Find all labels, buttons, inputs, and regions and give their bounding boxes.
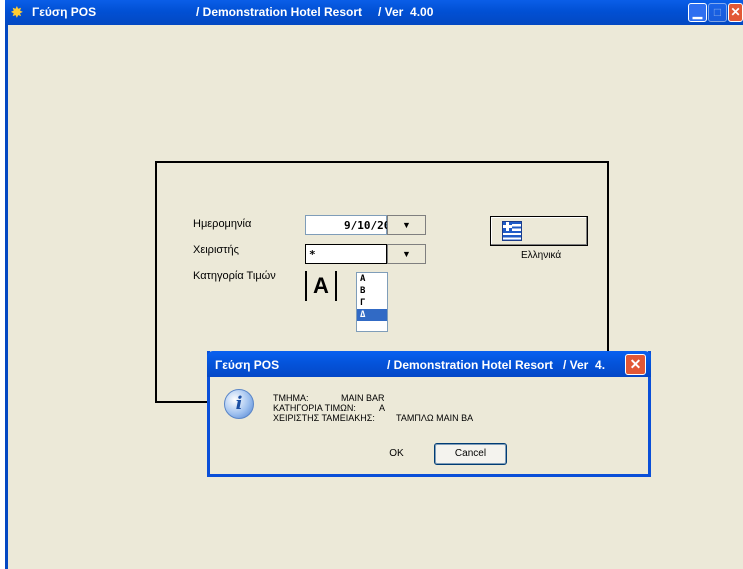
close-button[interactable]: ✕ (728, 3, 743, 22)
ok-button[interactable]: OK (360, 443, 433, 465)
hotel-name: / Demonstration Hotel Resort (196, 5, 363, 19)
chevron-down-icon: ▼ (402, 220, 411, 230)
info-dialog: Γεύση POS / Demonstration Hotel Resort /… (207, 351, 651, 477)
chevron-down-icon: ▼ (402, 249, 411, 259)
operator-dropdown-button[interactable]: ▼ (387, 244, 426, 264)
list-item[interactable]: A (357, 273, 387, 285)
price-category-list[interactable]: A B Γ Δ (356, 272, 388, 332)
date-dropdown-button[interactable]: ▼ (387, 215, 426, 235)
minimize-button[interactable]: ▁ (688, 3, 707, 22)
dialog-hotel-name: / Demonstration Hotel Resort (387, 358, 554, 372)
dialog-price-category-value: A (379, 403, 386, 413)
cashier-value: ΤΑΜΠΛΩ MAIN BA (396, 413, 474, 423)
operator-label: Χειριστής (193, 244, 239, 256)
info-icon: i (224, 389, 254, 419)
language-button[interactable] (490, 216, 588, 246)
department-label: ΤΜΗΜΑ: (273, 393, 309, 403)
operator-value: * (309, 248, 316, 261)
main-titlebar[interactable]: ✸ Γεύση POS / Demonstration Hotel Resort… (5, 0, 743, 25)
dialog-close-button[interactable]: ✕ (625, 354, 646, 375)
language-label: Ελληνικά (521, 250, 562, 261)
cancel-button[interactable]: Cancel (434, 443, 507, 465)
price-category-label: Κατηγορία Τιμών (193, 270, 276, 282)
maximize-button[interactable]: □ (708, 3, 727, 22)
dialog-titlebar[interactable]: Γεύση POS / Demonstration Hotel Resort /… (207, 351, 651, 377)
cashier-label: ΧΕΙΡΙΣΤΗΣ ΤΑΜΕΙΑΚΗΣ: (273, 413, 375, 423)
department-value: MAIN BAR (341, 393, 385, 403)
dialog-price-category-label: ΚΑΤΗΓΟΡΙΑ ΤΙΜΩΝ: (273, 403, 356, 413)
list-item[interactable]: Γ (357, 297, 387, 309)
app-title: Γεύση POS (32, 5, 97, 19)
operator-field[interactable]: * (305, 244, 387, 264)
dialog-version: / Ver 4. (563, 358, 606, 372)
list-item-selected[interactable]: Δ (357, 309, 387, 321)
date-label: Ημερομηνία (193, 218, 252, 230)
app-logo-icon: ✸ (11, 4, 23, 20)
dialog-app-title: Γεύση POS (215, 358, 280, 372)
version-label: / Ver 4.00 (378, 5, 434, 19)
list-item[interactable]: B (357, 285, 387, 297)
date-field[interactable]: 9/10/2008 (305, 215, 404, 235)
price-category-display: A (305, 271, 337, 301)
greek-flag-icon (502, 221, 522, 241)
pos-main-window: ✸ Γεύση POS / Demonstration Hotel Resort… (0, 0, 743, 569)
